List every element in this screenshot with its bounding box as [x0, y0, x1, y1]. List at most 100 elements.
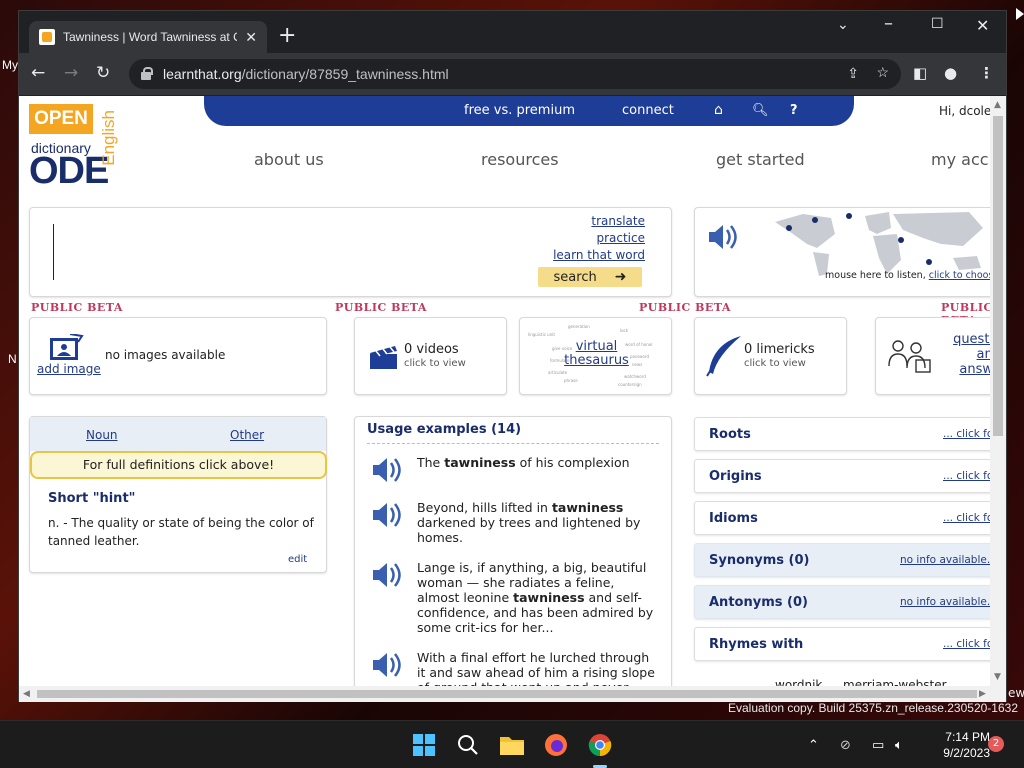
- learn-that-word-link[interactable]: learn that word: [553, 248, 645, 262]
- nav-about-us[interactable]: about us: [254, 150, 324, 169]
- hint-definition: n. - The quality or state of being the c…: [48, 516, 314, 548]
- origins-box[interactable]: Origins... click fo: [694, 459, 994, 493]
- top-bar: free vs. premium connect ⌂ 🔍︎ ?: [204, 96, 854, 126]
- thesaurus-panel[interactable]: linguistic unit generation lock give voice…: [519, 317, 672, 395]
- add-image-link[interactable]: add image: [37, 362, 101, 376]
- logo-ode: ODE: [29, 150, 109, 192]
- translate-link[interactable]: translate: [591, 214, 645, 228]
- horizontal-scroll-thumb[interactable]: [37, 690, 977, 698]
- lock-icon: [141, 67, 153, 80]
- new-tab-button[interactable]: +: [278, 25, 296, 47]
- speaker-icon[interactable]: [371, 560, 405, 590]
- share-icon[interactable]: ⇪: [847, 65, 859, 82]
- videos-count: 0 videos: [404, 342, 459, 357]
- videos-panel[interactable]: 0 videos click to view: [354, 317, 507, 395]
- limericks-sub: click to view: [744, 358, 806, 369]
- menu-kebab-icon[interactable]: ⋮: [979, 65, 994, 81]
- address-bar[interactable]: learnthat.org/dictionary/87859_tawniness…: [129, 59, 901, 89]
- virtual-thesaurus-line2[interactable]: thesaurus: [520, 354, 671, 368]
- vertical-scrollbar[interactable]: ▲ ▼: [990, 96, 1006, 686]
- bookmark-star-icon[interactable]: ☆: [876, 64, 889, 81]
- firefox-icon[interactable]: [540, 729, 572, 761]
- site-favicon-icon: [39, 29, 55, 45]
- close-window-button[interactable]: ✕: [976, 16, 989, 35]
- full-definition-notice[interactable]: For full definitions click above!: [30, 451, 327, 479]
- clock-date: 9/2/2023: [943, 746, 990, 760]
- volume-icon[interactable]: 🔈︎: [895, 721, 903, 768]
- tab-other[interactable]: Other: [230, 428, 264, 442]
- connect-link[interactable]: connect: [622, 103, 674, 118]
- antonyms-box[interactable]: Antonyms (0) no info available...: [694, 585, 997, 619]
- free-vs-premium-link[interactable]: free vs. premium: [464, 103, 575, 118]
- tray-overflow-chevron-icon[interactable]: ⌃: [808, 721, 819, 768]
- search-icon[interactable]: [452, 729, 484, 761]
- help-icon[interactable]: ?: [790, 103, 798, 118]
- search-icon[interactable]: 🔍︎: [752, 103, 769, 118]
- browser-tab[interactable]: Tawniness | Word Tawniness at O ✕: [29, 21, 267, 53]
- notification-badge[interactable]: 2: [988, 736, 1004, 752]
- rhymes-box[interactable]: Rhymes with... click fo: [694, 627, 994, 661]
- file-explorer-icon[interactable]: [496, 729, 528, 761]
- search-input[interactable]: [53, 224, 54, 280]
- scroll-down-arrow-icon[interactable]: ▼: [994, 672, 1001, 682]
- tab-noun[interactable]: Noun: [86, 428, 118, 442]
- display-icon[interactable]: ▭: [872, 721, 884, 768]
- virtual-thesaurus-line1[interactable]: virtual: [520, 340, 671, 354]
- idioms-box[interactable]: Idioms... click fo: [694, 501, 994, 535]
- desktop-icon-label-2[interactable]: N: [8, 352, 17, 366]
- site-logo[interactable]: OPEN dictionary ODE English: [29, 100, 129, 192]
- usage-title: Usage examples (14): [367, 422, 522, 437]
- public-beta-label: PUBLIC BETA: [335, 301, 427, 314]
- scroll-left-arrow-icon[interactable]: ◀: [23, 689, 30, 699]
- back-arrow-icon[interactable]: ←: [31, 63, 45, 83]
- synonyms-box[interactable]: Synonyms (0) no info available...: [694, 543, 997, 577]
- forward-arrow-icon[interactable]: →: [64, 63, 78, 83]
- roots-box[interactable]: Roots... click fo: [694, 417, 994, 451]
- hint-title: Short "hint": [48, 491, 136, 506]
- maximize-button[interactable]: ☐: [931, 16, 944, 32]
- network-off-icon[interactable]: ⊘: [840, 721, 851, 768]
- url-path: /dictionary/87859_tawniness.html: [241, 66, 449, 82]
- desktop-icon-label[interactable]: My: [2, 58, 18, 72]
- profile-icon[interactable]: ●: [944, 65, 957, 81]
- taskbar: ⌃ ⊘ ▭ 🔈︎ 7:14 PM 9/2/2023: [0, 720, 1024, 768]
- horizontal-scrollbar[interactable]: ◀ ▶: [19, 686, 1006, 702]
- limericks-panel[interactable]: 0 limericks click to view: [694, 317, 847, 395]
- system-clock[interactable]: 7:14 PM 9/2/2023: [920, 729, 990, 761]
- scroll-up-arrow-icon[interactable]: ▲: [994, 100, 1001, 110]
- windows-start-icon[interactable]: [408, 729, 440, 761]
- videos-sub: click to view: [404, 358, 466, 369]
- svg-text:generation: generation: [568, 324, 590, 329]
- close-tab-icon[interactable]: ✕: [245, 29, 257, 46]
- practice-link[interactable]: practice: [596, 231, 645, 245]
- minimize-button[interactable]: –: [884, 13, 893, 34]
- speaker-icon[interactable]: [371, 500, 405, 530]
- world-map-icon[interactable]: [773, 208, 1004, 278]
- speaker-icon[interactable]: [707, 222, 741, 252]
- image-icon[interactable]: [48, 334, 84, 362]
- speaker-icon[interactable]: [371, 650, 405, 680]
- chrome-icon[interactable]: [584, 729, 616, 761]
- people-icon: [888, 340, 931, 373]
- svg-text:articulate: articulate: [548, 370, 568, 375]
- reload-icon[interactable]: ↻: [96, 63, 110, 83]
- limericks-count: 0 limericks: [744, 342, 815, 357]
- tab-title: Tawniness | Word Tawniness at O: [63, 30, 238, 44]
- home-icon[interactable]: ⌂: [714, 102, 723, 118]
- svg-text:watchword: watchword: [624, 374, 646, 379]
- nav-resources[interactable]: resources: [481, 150, 559, 169]
- speaker-icon[interactable]: [371, 455, 405, 485]
- edit-link[interactable]: edit: [288, 554, 307, 565]
- vertical-scroll-thumb[interactable]: [993, 116, 1003, 436]
- browser-toolbar: ← → ↻ learnthat.org/dictionary/87859_taw…: [19, 53, 1006, 95]
- search-button[interactable]: search ➜: [538, 267, 642, 287]
- qa-panel[interactable]: questio and answe: [875, 317, 1005, 395]
- mouse-cursor: [1016, 8, 1024, 20]
- scroll-right-arrow-icon[interactable]: ▶: [979, 689, 986, 699]
- side-panel-icon[interactable]: ◧: [913, 65, 927, 81]
- clock-time: 7:14 PM: [945, 730, 990, 744]
- nav-my-account[interactable]: my acc: [931, 150, 989, 169]
- tab-search-icon[interactable]: ⌄: [837, 17, 849, 33]
- nav-get-started[interactable]: get started: [716, 150, 805, 169]
- arrow-right-icon: ➜: [614, 269, 627, 285]
